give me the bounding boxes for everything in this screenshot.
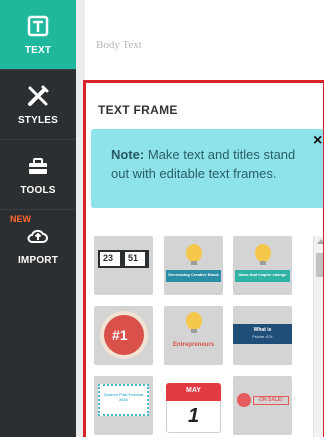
sidebar-item-styles[interactable]: STYLES: [0, 70, 76, 140]
sale-text: ON SALE!: [259, 397, 283, 403]
countdown-value-b: 51: [128, 253, 139, 263]
panel-title: TEXT FRAME: [98, 103, 178, 117]
cloud-upload-icon: [27, 229, 48, 243]
new-badge: NEW: [10, 214, 31, 224]
calendar-month: MAY: [186, 387, 201, 394]
thumbnail-badge-number[interactable]: #1: [94, 306, 153, 365]
thumbnail-countdown[interactable]: 23 51: [94, 236, 153, 295]
scroll-up-arrow-icon[interactable]: [317, 239, 323, 244]
badge-text: #1: [112, 327, 128, 343]
sidebar-item-label: STYLES: [17, 115, 59, 126]
sidebar-item-tools[interactable]: TOOLS: [0, 140, 76, 210]
note-box: Note: Make text and titles stand out wit…: [91, 129, 323, 208]
festival-text: Cannes Film Festival 2016: [103, 392, 144, 402]
banner-text: Decreasing Creative Block: [168, 272, 219, 277]
sidebar-item-text[interactable]: TEXT: [0, 0, 76, 70]
text-frame-panel: TEXT FRAME Note: Make text and titles st…: [83, 80, 324, 437]
ribbon-subtext: Psiche d'Or: [252, 334, 273, 339]
sidebar-item-label: TEXT: [24, 45, 52, 56]
sidebar-item-label: TOOLS: [20, 185, 56, 196]
close-icon[interactable]: ×: [313, 133, 322, 149]
thumbnail-bulb-banner[interactable]: Decreasing Creative Block: [164, 236, 223, 295]
toolbox-icon: [29, 158, 47, 174]
thumbnail-bulb-banner-2[interactable]: Ideas that inspire change: [233, 236, 292, 295]
banner-text: Ideas that inspire change: [238, 272, 287, 277]
body-text-strip[interactable]: Body Text: [85, 0, 324, 76]
thumbnail-ribbon[interactable]: What is Psiche d'Or: [233, 306, 292, 365]
thumbnail-scrollbar[interactable]: [313, 236, 323, 437]
ribbon-text: What is: [253, 327, 272, 333]
countdown-value-a: 23: [103, 253, 114, 263]
sidebar: TEXT STYLES TOOLS NEW IMPORT: [0, 0, 76, 437]
thumbnail-sale[interactable]: ON SALE!: [233, 376, 292, 435]
sidebar-item-import[interactable]: NEW IMPORT: [0, 210, 76, 280]
note-text: Note: Make text and titles stand out wit…: [111, 145, 301, 183]
brush-pencil-icon: [28, 85, 49, 106]
thumbnail-calendar[interactable]: MAY 1: [164, 376, 223, 435]
sidebar-item-label: IMPORT: [17, 255, 59, 266]
thumbnail-entrepreneurs[interactable]: Entrepreneurs: [164, 306, 223, 365]
note-label: Note:: [111, 147, 145, 162]
scroll-thumb[interactable]: [316, 253, 323, 277]
calendar-day: 1: [187, 405, 200, 427]
entrepreneurs-text: Entrepreneurs: [172, 342, 214, 348]
thumbnail-festival[interactable]: Cannes Film Festival 2016: [94, 376, 153, 435]
text-frame-icon: [27, 15, 49, 37]
body-text-label: Body Text: [96, 39, 142, 51]
